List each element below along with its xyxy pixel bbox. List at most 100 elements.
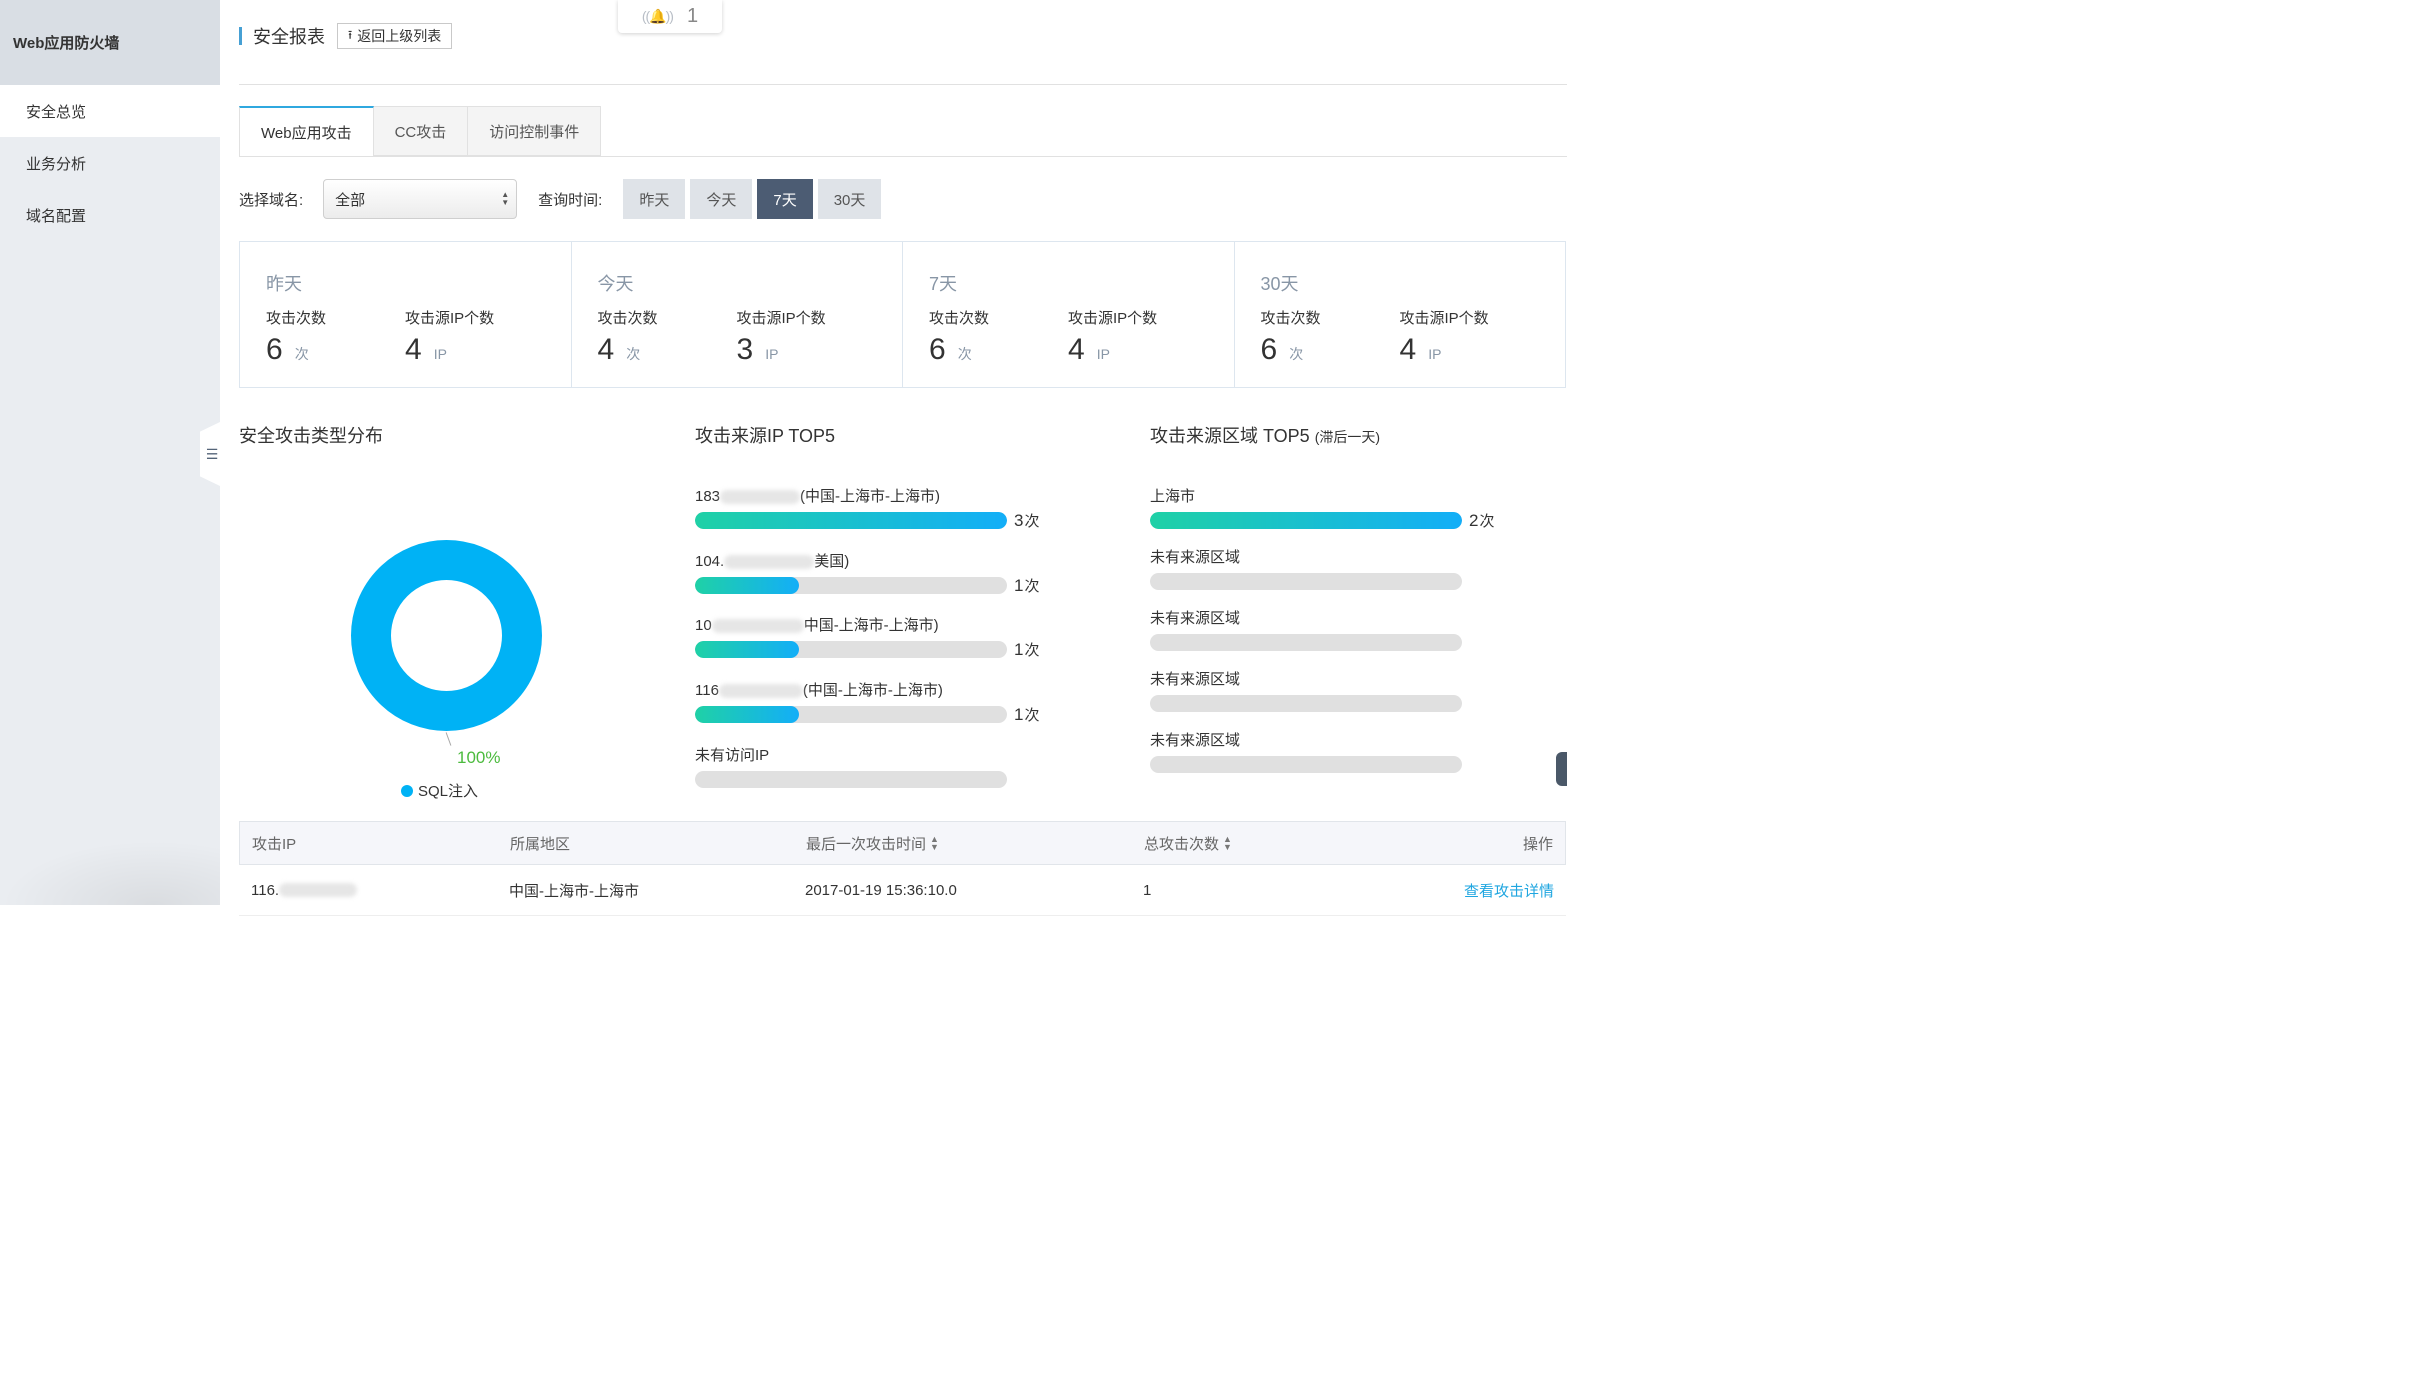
attack-tabs: Web应用攻击 CC攻击 访问控制事件 bbox=[239, 106, 602, 157]
bar-count-unit: 次 bbox=[1479, 513, 1495, 530]
bar-count-unit: 次 bbox=[1024, 642, 1040, 660]
region-name: 未有来源区域 bbox=[1150, 549, 1241, 566]
col-last-time[interactable]: 最后一次攻击时间 ▲ ▼ bbox=[806, 822, 939, 864]
donut-percent-label: 100% bbox=[457, 748, 501, 767]
bar-label: 183 (中国-上海市-上海市) bbox=[695, 487, 940, 507]
col-total[interactable]: 总攻击次数 ▲ ▼ bbox=[1144, 822, 1232, 864]
bar-track bbox=[1150, 695, 1462, 712]
bar-label: 未有访问IP bbox=[695, 746, 769, 766]
bar-count-unit: 次 bbox=[1024, 513, 1040, 530]
bar-track bbox=[1150, 573, 1462, 590]
bar-track bbox=[1150, 634, 1462, 651]
bar-label: 10 中国-上海市-上海市) bbox=[695, 616, 939, 636]
ip-count-label: 攻击源IP个数 bbox=[1399, 310, 1489, 327]
sidebar: Web应用防火墙 安全总览 业务分析 域名配置 bbox=[0, 0, 220, 905]
time-today-button[interactable]: 今天 bbox=[690, 179, 753, 219]
sidebar-item-domain-config[interactable]: 域名配置 bbox=[0, 189, 220, 241]
ip-prefix: 10 bbox=[695, 617, 712, 635]
sidebar-item-overview[interactable]: 安全总览 bbox=[0, 85, 220, 137]
attack-count-label: 攻击次数 bbox=[266, 310, 327, 327]
stat-card: 7天 攻击次数 攻击源IP个数 6 次 4 IP bbox=[903, 242, 1235, 387]
ip-count-label: 攻击源IP个数 bbox=[736, 310, 826, 327]
time-7days-button[interactable]: 7天 bbox=[757, 179, 813, 219]
table-header: 攻击IP 所属地区 最后一次攻击时间 ▲ ▼ 总攻击次数 ▲ ▼ 操作 bbox=[239, 821, 1566, 865]
bar-fill bbox=[695, 512, 1007, 529]
ip-count-label: 攻击源IP个数 bbox=[405, 310, 495, 327]
bar-count-unit: 次 bbox=[1024, 707, 1040, 725]
tab-access-control[interactable]: 访问控制事件 bbox=[468, 106, 602, 156]
stat-period: 今天 bbox=[597, 274, 634, 294]
attack-count: 6次 bbox=[929, 333, 972, 367]
region-name: 未有来源区域 bbox=[1150, 671, 1241, 688]
sidebar-item-analysis[interactable]: 业务分析 bbox=[0, 137, 220, 189]
bar-track bbox=[695, 706, 1007, 724]
region-top5-item: 未有来源区域 bbox=[1150, 548, 1462, 598]
ip-count-value: 3 bbox=[736, 333, 754, 366]
sidebar-collapse-button[interactable]: ☰ bbox=[200, 422, 220, 486]
attack-count-value: 4 bbox=[597, 333, 615, 366]
region-top5-item: 上海市 2 次 bbox=[1150, 487, 1494, 537]
bar-count-unit: 次 bbox=[1024, 577, 1040, 595]
col-total-label: 总攻击次数 bbox=[1144, 835, 1220, 853]
row-ip-text: 116. bbox=[251, 881, 280, 899]
col-last-time-label: 最后一次攻击时间 bbox=[806, 835, 927, 853]
ip-count-unit: IP bbox=[1428, 346, 1442, 362]
ip-count-value: 4 bbox=[405, 333, 422, 366]
stat-card: 30天 攻击次数 攻击源IP个数 6 次 4 IP bbox=[1235, 242, 1566, 387]
bar-count-value: 1 bbox=[1014, 705, 1024, 725]
back-to-list-button[interactable]: ⭱ 返回上级列表 bbox=[337, 23, 453, 49]
ip-top5-item: 104. 美国) 1 次 bbox=[695, 552, 1039, 602]
attack-count-value: 6 bbox=[1260, 333, 1278, 366]
stat-card: 今天 攻击次数 攻击源IP个数 4 次 3 IP bbox=[572, 242, 903, 387]
feedback-widget[interactable] bbox=[1556, 752, 1567, 786]
bar-count: 1次 bbox=[1014, 639, 1039, 660]
attack-count-value: 6 bbox=[266, 333, 283, 366]
tab-cc-attack[interactable]: CC攻击 bbox=[373, 106, 469, 156]
notification-badge[interactable]: ((🔔)) 1 bbox=[618, 0, 722, 33]
attack-count-unit: 次 bbox=[1289, 346, 1304, 362]
table-row: 116. 中国-上海市-上海市 2017-01-19 15:36:10.0 1 … bbox=[239, 865, 1566, 916]
ip-top5-item: 未有访问IP bbox=[695, 746, 1007, 796]
view-attack-details-link[interactable]: 查看攻击详情 bbox=[1464, 865, 1554, 915]
outdent-icon: ☰ bbox=[205, 445, 219, 462]
time-yesterday-button[interactable]: 昨天 bbox=[623, 179, 686, 219]
header-divider bbox=[239, 84, 1567, 85]
time-30days-button[interactable]: 30天 bbox=[817, 179, 882, 219]
col-region: 所属地区 bbox=[510, 835, 571, 853]
bar-count-value: 1 bbox=[1014, 575, 1024, 595]
region-top5-title-text: 攻击来源区域 TOP5 bbox=[1150, 426, 1310, 446]
donut-legend[interactable]: SQL注入 bbox=[401, 780, 478, 801]
ip-prefix: 104. bbox=[695, 552, 725, 570]
stats-panel: 昨天 攻击次数 攻击源IP个数 6 次 4 IP 今天 攻击次数 攻击源IP个数 4 次 3 IP 7天 攻击… bbox=[239, 241, 1566, 388]
domain-select[interactable]: 全部 ▲ ▼ bbox=[323, 179, 518, 219]
col-action: 操作 bbox=[1522, 835, 1553, 853]
ip-top5-title: 攻击来源IP TOP5 bbox=[695, 426, 836, 446]
donut-slice-sql-injection[interactable] bbox=[351, 540, 542, 731]
stat-period: 昨天 bbox=[266, 274, 302, 294]
ip-count: 4 IP bbox=[405, 333, 447, 367]
bar-count-value: 2 bbox=[1469, 511, 1479, 530]
bar-fill bbox=[695, 641, 799, 659]
legend-label: SQL注入 bbox=[418, 783, 479, 800]
bar-label: 未有来源区域 bbox=[1150, 670, 1240, 690]
row-region: 中国-上海市-上海市 bbox=[509, 882, 639, 900]
region-top5-subtitle: (滞后一天) bbox=[1314, 429, 1381, 445]
back-button-label: 返回上级列表 bbox=[357, 28, 442, 44]
region-top5-item: 未有来源区域 bbox=[1150, 731, 1462, 781]
redacted-ip bbox=[724, 554, 815, 569]
redacted-ip bbox=[720, 490, 801, 504]
bar-count: 3次 bbox=[1014, 510, 1039, 531]
stat-period: 7天 bbox=[929, 274, 958, 294]
ip-location: (中国-上海市-上海市) bbox=[800, 488, 941, 505]
select-arrows-icon: ▲ ▼ bbox=[501, 190, 510, 207]
attack-type-donut bbox=[351, 540, 542, 731]
ip-count: 3 IP bbox=[737, 333, 779, 367]
attack-count-label: 攻击次数 bbox=[597, 310, 658, 327]
tab-web-attack[interactable]: Web应用攻击 bbox=[239, 106, 374, 157]
ip-prefix: 未有访问IP bbox=[695, 746, 770, 764]
row-ip: 116. bbox=[251, 865, 358, 915]
ip-count-unit: IP bbox=[765, 346, 779, 362]
redacted-ip bbox=[711, 619, 804, 634]
bar-track bbox=[1150, 756, 1462, 773]
ip-count: 4 IP bbox=[1400, 333, 1442, 367]
